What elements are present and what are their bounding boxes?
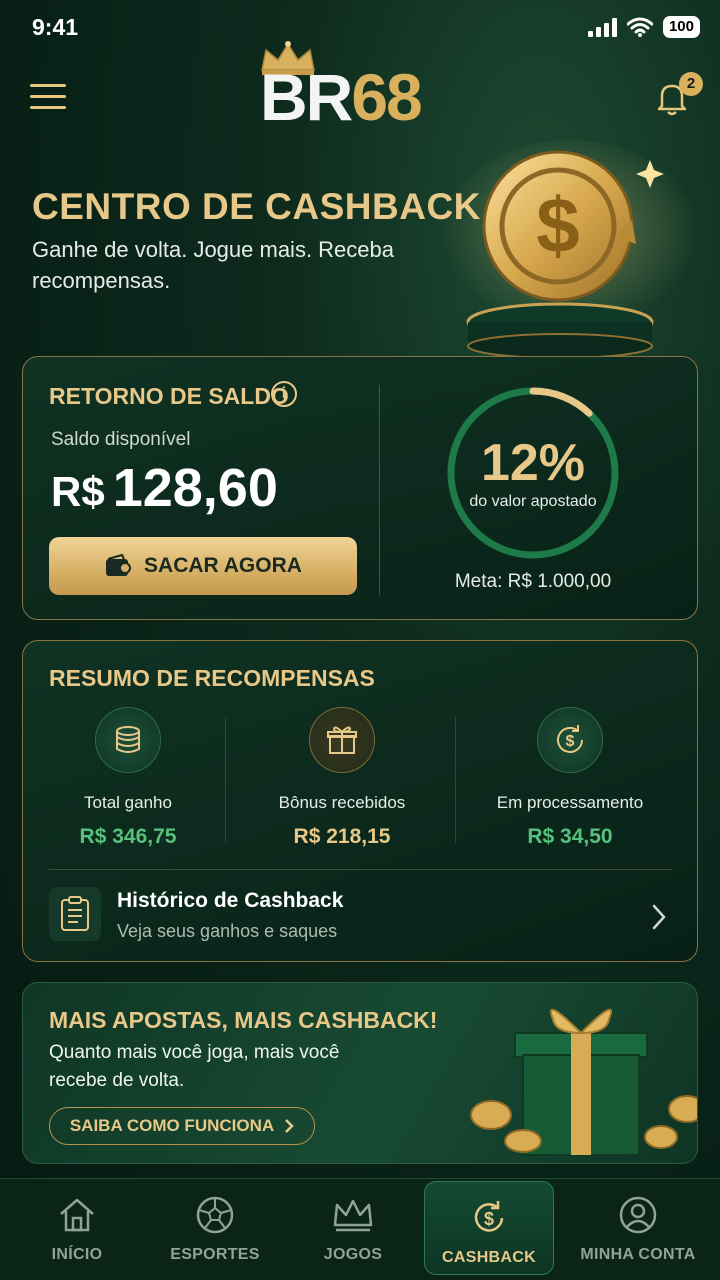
promo-subtitle: Quanto mais você joga, mais você recebe … <box>49 1042 340 1091</box>
promo-banner: MAIS APOSTAS, MAIS CASHBACK! Quanto mais… <box>22 982 698 1164</box>
clipboard-icon <box>49 887 101 941</box>
balance-label: Saldo disponível <box>51 429 191 450</box>
wifi-icon <box>626 17 653 37</box>
signal-icon <box>587 17 617 37</box>
menu-button[interactable] <box>30 84 66 112</box>
cashback-percent-label: do valor apostado <box>469 493 597 510</box>
processing-icon: $ <box>537 707 603 773</box>
history-link-subtitle: Veja seus ganhos e saques <box>117 921 338 941</box>
stat-value: R$ 346,75 <box>79 825 177 848</box>
nav-item-sports[interactable]: ESPORTES <box>148 1179 282 1279</box>
balance-card: RETORNO DE SALDO i Saldo disponível R$ 12… <box>22 356 698 620</box>
status-icons: 100 <box>587 16 700 38</box>
stat-bonus-received: Bônus recebidos R$ 218,15 <box>237 707 447 849</box>
nav-item-games[interactable]: JOGOS <box>286 1179 420 1279</box>
home-icon <box>60 1198 94 1232</box>
nav-item-home[interactable]: INÍCIO <box>10 1179 144 1279</box>
stat-label: Total ganho <box>84 793 172 812</box>
promo-title: MAIS APOSTAS, MAIS CASHBACK! <box>49 1007 438 1033</box>
nav-label: JOGOS <box>323 1246 383 1263</box>
cashback-coin-illustration: $ <box>440 140 700 359</box>
nav-label: INÍCIO <box>51 1246 103 1263</box>
chevron-right-icon <box>285 1119 294 1133</box>
chevron-right-icon[interactable] <box>651 903 667 931</box>
nav-item-cashback[interactable]: $ CASHBACK <box>424 1181 554 1275</box>
user-icon <box>619 1196 657 1234</box>
balance-title: RETORNO DE SALDO <box>49 383 289 409</box>
logo-number: 68 <box>351 60 422 134</box>
battery-icon: 100 <box>662 16 700 38</box>
rewards-summary-card: RESUMO DE RECOMPENSAS Total ganho R$ 346… <box>22 640 698 962</box>
page-title: CENTRO DE CASHBACK <box>32 186 481 227</box>
svg-text:$: $ <box>484 1209 494 1229</box>
nav-item-account[interactable]: MINHA CONTA <box>566 1179 710 1279</box>
status-time: 9:41 <box>32 14 79 40</box>
nav-label: CASHBACK <box>442 1249 536 1266</box>
crown-icon <box>333 1199 373 1232</box>
withdraw-button-label: SACAR AGORA <box>144 554 302 577</box>
stat-label: Em processamento <box>496 793 644 812</box>
page-subtitle: Ganhe de volta. Jogue mais. Receba recom… <box>32 237 395 293</box>
bottom-navigation: INÍCIO ESPORTES JOGOS $ CASHBACK MINHA C… <box>0 1178 720 1280</box>
stat-total-earned: Total ganho R$ 346,75 <box>23 707 233 849</box>
divider <box>379 385 380 595</box>
stat-value: R$ 218,15 <box>293 825 391 848</box>
history-link-title[interactable]: Histórico de Cashback <box>117 889 343 913</box>
ball-icon <box>196 1196 234 1234</box>
wallet-icon <box>106 553 132 576</box>
divider <box>49 869 673 870</box>
learn-how-button[interactable]: SAIBA COMO FUNCIONA <box>49 1107 315 1145</box>
notification-badge: 2 <box>679 72 703 96</box>
summary-title: RESUMO DE RECOMPENSAS <box>49 665 375 691</box>
gift-box-illustration <box>470 1008 697 1156</box>
cashback-percent: 12% <box>480 434 586 492</box>
coins-icon <box>95 707 161 773</box>
nav-label: MINHA CONTA <box>580 1246 696 1263</box>
stat-label: Bônus recebidos <box>278 793 406 812</box>
cashback-icon: $ <box>474 1201 504 1232</box>
goal-text: Meta: R$ 1.000,00 <box>454 571 612 592</box>
info-icon[interactable]: i <box>271 381 297 407</box>
app-header: BR68 2 <box>0 40 720 140</box>
stat-processing: $ Em processamento R$ 34,50 <box>465 707 675 849</box>
stat-value: R$ 34,50 <box>527 825 613 848</box>
balance-value: R$ 128,60 <box>51 457 278 519</box>
svg-text:$: $ <box>566 733 575 750</box>
balance-amount: 128,60 <box>112 458 278 518</box>
logo: BR68 <box>258 40 438 132</box>
divider <box>455 717 456 843</box>
svg-text:$: $ <box>536 181 579 269</box>
divider <box>225 717 226 843</box>
learn-how-button-label: SAIBA COMO FUNCIONA <box>69 1116 275 1135</box>
nav-label: ESPORTES <box>170 1246 260 1263</box>
logo-br: BR <box>260 60 353 134</box>
balance-currency: R$ <box>51 468 105 515</box>
gift-icon <box>309 707 375 773</box>
withdraw-button[interactable]: SACAR AGORA <box>49 537 357 595</box>
